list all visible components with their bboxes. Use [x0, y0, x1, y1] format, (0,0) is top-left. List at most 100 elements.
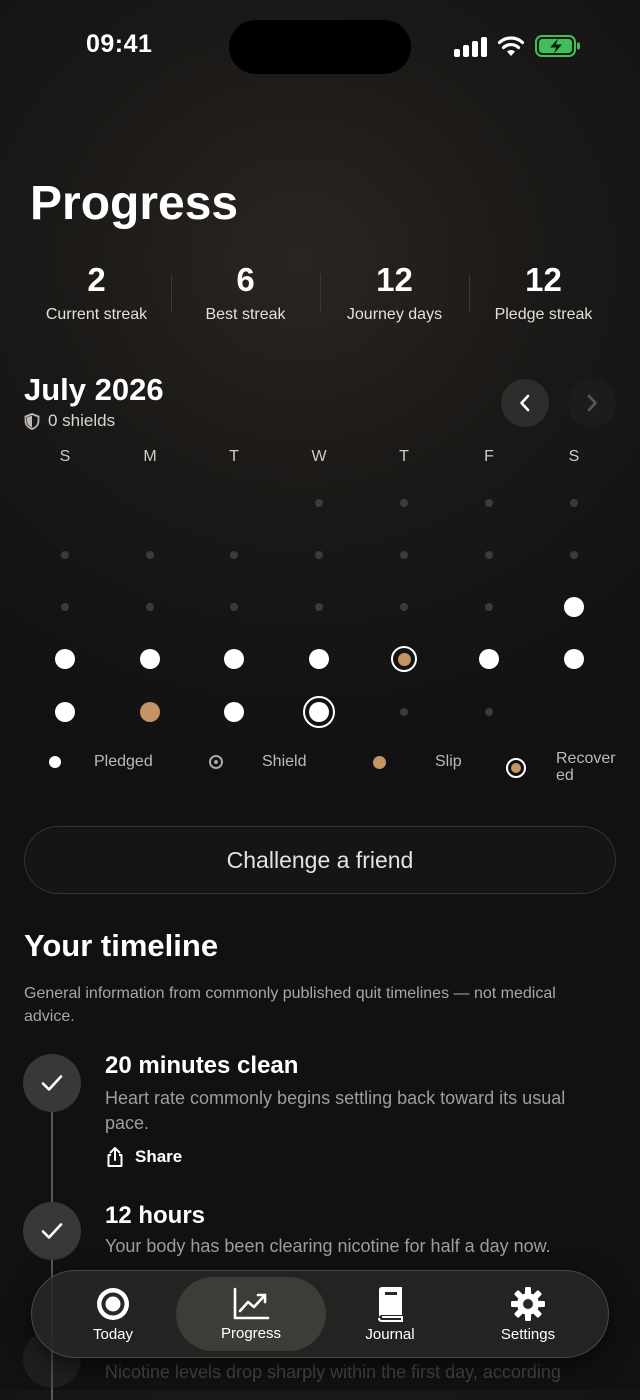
stat-value: 6 [236, 261, 255, 298]
empty-dot-icon [146, 603, 154, 611]
weekday-label: M [143, 448, 157, 465]
status-time: 09:41 [86, 30, 153, 58]
today-dot-icon [303, 696, 335, 728]
checkmark-icon [41, 1075, 63, 1091]
stat-pledge-streak: 12 Pledge streak [469, 258, 618, 330]
calendar-day-empty[interactable] [45, 535, 85, 575]
empty-dot-icon [400, 603, 408, 611]
weekday-label: S [59, 448, 71, 465]
calendar-day-empty[interactable] [384, 535, 424, 575]
calendar-day-slip[interactable] [130, 692, 170, 732]
calendar-day-empty[interactable] [469, 535, 509, 575]
calendar-day-empty[interactable] [469, 692, 509, 732]
checkmark-icon [41, 1223, 63, 1239]
calendar-day-empty[interactable] [214, 535, 254, 575]
calendar-day-recovered[interactable] [384, 639, 424, 679]
legend-pledged: Pledged [45, 752, 153, 772]
slip-dot-icon [140, 702, 160, 722]
calendar-day-pledged[interactable] [130, 639, 170, 679]
dynamic-island [229, 20, 411, 74]
calendar-day-pledged[interactable] [299, 639, 339, 679]
pledged-dot-icon [564, 649, 584, 669]
calendar-day-pledged[interactable] [45, 639, 85, 679]
recovered-dot-icon [391, 646, 417, 672]
empty-dot-icon [230, 551, 238, 559]
calendar-day-pledged[interactable] [554, 587, 594, 627]
pledged-dot-icon [309, 649, 329, 669]
empty-dot-icon [315, 603, 323, 611]
recovered-dot-icon [506, 758, 526, 778]
empty-dot-icon [400, 551, 408, 559]
calendar-day-empty[interactable] [45, 587, 85, 627]
empty-dot-icon [315, 551, 323, 559]
milestone-description: Your body has been clearing nicotine for… [105, 1236, 551, 1256]
next-month-button[interactable] [568, 379, 616, 427]
tab-today[interactable]: Today [38, 1277, 188, 1351]
pledged-dot-icon [55, 702, 75, 722]
calendar-day-empty[interactable] [384, 483, 424, 523]
empty-dot-icon [485, 708, 493, 716]
stats-row: 2 Current streak 6 Best streak 12 Journe… [22, 258, 618, 330]
calendar-day-pledged[interactable] [469, 639, 509, 679]
legend-label: Recover ed [556, 750, 616, 784]
pledged-dot-icon [55, 649, 75, 669]
empty-dot-icon [485, 499, 493, 507]
empty-dot-icon [400, 499, 408, 507]
chevron-right-icon [587, 394, 597, 412]
milestone-title: 12 hours [105, 1202, 206, 1229]
calendar-day-empty[interactable] [384, 587, 424, 627]
legend-shield: Shield [206, 752, 306, 772]
legend-label: Slip [435, 753, 462, 770]
calendar-day-empty[interactable] [469, 483, 509, 523]
milestone-description: Nicotine levels drop sharply within the … [105, 1362, 561, 1382]
gear-icon [511, 1286, 545, 1321]
stat-label: Journey days [346, 306, 443, 323]
calendar-day-empty[interactable] [299, 483, 339, 523]
stat-value: 2 [87, 261, 106, 298]
tab-label: Journal [365, 1325, 415, 1343]
book-icon [378, 1286, 403, 1322]
share-button[interactable]: Share [105, 1146, 182, 1168]
calendar-day-empty[interactable] [299, 535, 339, 575]
calendar-day-empty[interactable] [130, 587, 170, 627]
legend-label: Pledged [94, 753, 153, 770]
calendar-day-empty[interactable] [299, 587, 339, 627]
tab-label: Progress [220, 1324, 282, 1342]
pledged-dot-icon [45, 752, 65, 772]
previous-month-button[interactable] [501, 379, 549, 427]
share-label: Share [135, 1147, 183, 1166]
calendar-day-today[interactable] [299, 692, 339, 732]
tab-progress[interactable]: Progress [176, 1277, 326, 1351]
legend-label: Shield [262, 753, 307, 770]
page-title: Progress [30, 177, 239, 230]
empty-dot-icon [485, 603, 493, 611]
milestone-description: Heart rate commonly begins settling back… [105, 1088, 566, 1133]
tab-settings[interactable]: Settings [453, 1277, 603, 1351]
stat-best-streak: 6 Best streak [171, 258, 320, 330]
shields-count: 0 shields [24, 411, 115, 431]
calendar-day-empty[interactable] [554, 535, 594, 575]
calendar-day-pledged[interactable] [214, 692, 254, 732]
timeline-title: Your timeline [24, 928, 219, 963]
stat-value: 12 [376, 261, 413, 298]
tab-journal[interactable]: Journal [315, 1277, 465, 1351]
pledged-dot-icon [564, 597, 584, 617]
tab-label: Settings [500, 1325, 556, 1343]
calendar-day-empty[interactable] [214, 587, 254, 627]
shields-label: 0 shields [48, 411, 116, 430]
calendar-day-pledged[interactable] [45, 692, 85, 732]
weekday-label: F [484, 448, 494, 465]
calendar-day-empty[interactable] [469, 587, 509, 627]
milestone-title: 20 minutes clean [105, 1052, 299, 1079]
shield-icon [24, 412, 40, 430]
calendar-day-empty[interactable] [554, 483, 594, 523]
calendar-day-pledged[interactable] [214, 639, 254, 679]
battery-charging-icon [535, 35, 580, 57]
challenge-friend-button[interactable]: Challenge a friend [24, 826, 616, 894]
weekday-label: T [229, 448, 239, 465]
empty-dot-icon [485, 551, 493, 559]
calendar-day-pledged[interactable] [554, 639, 594, 679]
stat-label: Current streak [45, 306, 148, 323]
calendar-day-empty[interactable] [130, 535, 170, 575]
calendar-day-empty[interactable] [384, 692, 424, 732]
